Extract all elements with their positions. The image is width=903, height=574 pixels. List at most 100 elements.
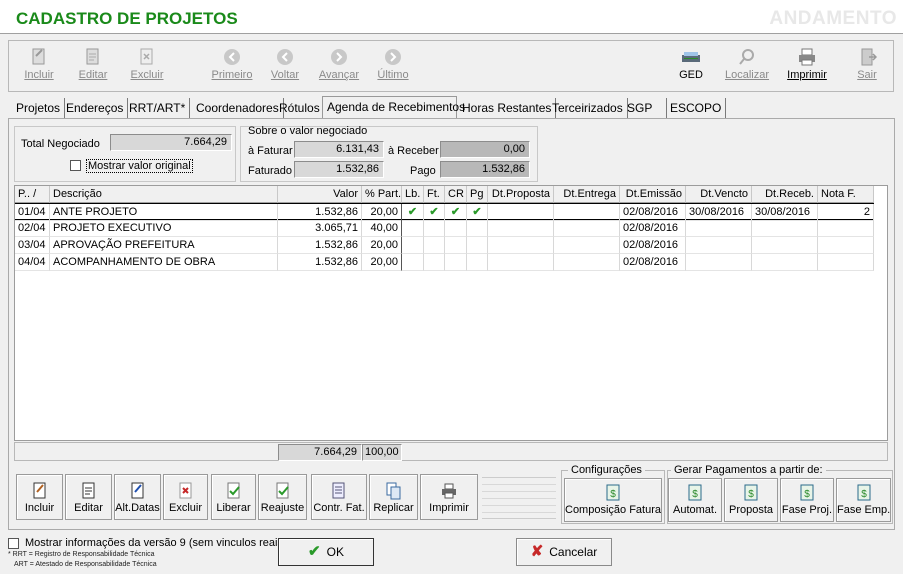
table-row[interactable]: 03/04 APROVAÇÃO PREFEITURA 1.532,86 20,00 02… [15,237,874,254]
table-row[interactable]: 04/04 ACOMPANHAMENTO DE OBRA 1.532,86 20,00… [15,254,874,271]
incluir-button[interactable]: Incluir [16,474,63,520]
cell-emissao[interactable]: 02/08/2016 [620,204,686,221]
primeiro-button[interactable]: Primeiro [206,41,258,91]
cell-desc[interactable]: ACOMPANHAMENTO DE OBRA [50,254,278,271]
cell-p[interactable]: 04/04 [15,254,50,271]
cell-part[interactable]: 20,00 [362,204,402,221]
col-header-part[interactable]: % Part. [362,186,402,203]
recebimentos-grid[interactable]: P.. / Descrição Valor % Part. Lb. Ft. CR… [14,185,888,441]
proposta-button[interactable]: $ Proposta [724,478,778,522]
cell-cr[interactable] [445,237,467,254]
cancelar-button[interactable]: ✘ Cancelar [516,538,612,566]
cell-vencto[interactable]: 30/08/2016 [686,204,752,221]
tab-horas-restantes[interactable]: Horas Restantes [458,98,557,118]
a-receber-field[interactable]: 0,00 [440,141,530,158]
faturado-field[interactable]: 1.532,86 [294,161,384,178]
mostrar-v9-checkbox[interactable] [8,538,19,549]
col-header-parcela[interactable]: P.. / [15,186,50,203]
cell-prop[interactable] [488,204,554,221]
liberar-button[interactable]: Liberar [211,474,256,520]
cell-desc[interactable]: PROJETO EXECUTIVO [50,220,278,237]
col-header-nota-fiscal[interactable]: Nota F. [818,186,874,203]
imprimir-toolbar-button[interactable]: Imprimir [781,41,833,91]
col-header-dt-entrega[interactable]: Dt.Entrega [554,186,620,203]
contr-fat-button[interactable]: Contr. Fat. [311,474,367,520]
col-header-descricao[interactable]: Descrição [50,186,278,203]
cell-ft[interactable] [424,237,445,254]
reajuste-button[interactable]: Reajuste [258,474,307,520]
fase-proj-button[interactable]: $ Fase Proj. [780,478,834,522]
cell-part[interactable]: 20,00 [362,237,402,254]
alt-datas-button[interactable]: Alt.Datas [114,474,161,520]
cell-emissao[interactable]: 02/08/2016 [620,254,686,271]
replicar-button[interactable]: Replicar [369,474,418,520]
cell-p[interactable]: 03/04 [15,237,50,254]
col-header-dt-proposta[interactable]: Dt.Proposta [488,186,554,203]
tab-escopo[interactable]: ESCOPO [666,98,727,118]
cell-valor[interactable]: 1.532,86 [278,237,362,254]
cell-vencto[interactable] [686,254,752,271]
tab-enderecos[interactable]: Endereços [62,98,129,118]
total-negociado-field[interactable]: 7.664,29 [110,134,232,151]
ultimo-button[interactable]: Último [367,41,419,91]
excluir-toolbar-button[interactable]: Excluir [121,41,173,91]
cell-cr[interactable] [445,254,467,271]
table-row[interactable]: 02/04 PROJETO EXECUTIVO 3.065,71 40,00 02/08… [15,220,874,237]
composicao-fatura-button[interactable]: $ Composição Fatura [564,478,662,522]
cell-entrega[interactable] [554,254,620,271]
col-header-valor[interactable]: Valor [278,186,362,203]
cell-p[interactable]: 02/04 [15,220,50,237]
imprimir-button[interactable]: Imprimir [420,474,478,520]
cell-receb[interactable]: 30/08/2016 [752,204,818,221]
cell-prop[interactable] [488,237,554,254]
cell-receb[interactable] [752,237,818,254]
cell-cr[interactable] [445,220,467,237]
ged-button[interactable]: GED [665,41,717,91]
col-header-dt-vencto[interactable]: Dt.Vencto [686,186,752,203]
mostrar-valor-original-checkbox[interactable] [70,160,81,171]
cell-entrega[interactable] [554,237,620,254]
editar-toolbar-button[interactable]: Editar [67,41,119,91]
localizar-button[interactable]: Localizar [721,41,773,91]
cell-pg[interactable] [467,237,488,254]
incluir-toolbar-button[interactable]: Incluir [13,41,65,91]
automat-button[interactable]: $ Automat. [668,478,722,522]
col-header-pg[interactable]: Pg [467,186,488,203]
tab-rrt-art[interactable]: RRT/ART* [125,98,191,118]
cell-p[interactable]: 01/04 [15,204,50,221]
cell-desc[interactable]: ANTE PROJETO [50,204,278,221]
cell-vencto[interactable] [686,237,752,254]
tab-sgp[interactable]: SGP [623,98,667,118]
fase-emp-button[interactable]: $ Fase Emp. [836,478,891,522]
cell-valor[interactable]: 1.532,86 [278,204,362,221]
cell-pg[interactable]: ✔ [467,204,488,221]
sair-button[interactable]: Sair [841,41,893,91]
cell-prop[interactable] [488,254,554,271]
cell-nota[interactable] [818,220,874,237]
cell-entrega[interactable] [554,204,620,221]
excluir-button[interactable]: Excluir [163,474,208,520]
cell-ft[interactable] [424,220,445,237]
cell-part[interactable]: 40,00 [362,220,402,237]
col-header-lb[interactable]: Lb. [402,186,424,203]
voltar-button[interactable]: Voltar [259,41,311,91]
cell-nota[interactable] [818,254,874,271]
tab-terceirizados[interactable]: Terceirizados [548,98,628,118]
cell-receb[interactable] [752,254,818,271]
cell-lb[interactable] [402,237,424,254]
cell-prop[interactable] [488,220,554,237]
cell-cr[interactable]: ✔ [445,204,467,221]
cell-ft[interactable]: ✔ [424,204,445,221]
cell-pg[interactable] [467,254,488,271]
cell-vencto[interactable] [686,220,752,237]
cell-nota[interactable]: 2 [818,204,874,221]
a-faturar-field[interactable]: 6.131,43 [294,141,384,158]
cell-lb[interactable] [402,254,424,271]
col-header-dt-receb[interactable]: Dt.Receb. [752,186,818,203]
tab-coordenadores[interactable]: Coordenadores [192,98,284,118]
col-header-ft[interactable]: Ft. [424,186,445,203]
cell-lb[interactable] [402,220,424,237]
cell-ft[interactable] [424,254,445,271]
cell-pg[interactable] [467,220,488,237]
cell-emissao[interactable]: 02/08/2016 [620,220,686,237]
